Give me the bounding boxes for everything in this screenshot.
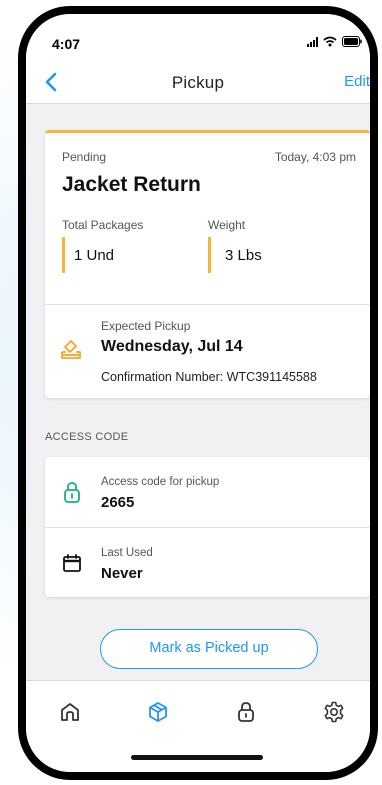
tab-packages[interactable] bbox=[146, 700, 170, 724]
signal-icon bbox=[307, 36, 318, 47]
total-packages-value: 1 Und bbox=[74, 247, 115, 264]
expected-pickup-date: Wednesday, Jul 14 bbox=[101, 338, 243, 355]
lock-icon bbox=[238, 702, 254, 722]
access-code-label: Access code for pickup bbox=[101, 476, 220, 488]
weight-value: 3 Lbs bbox=[225, 247, 262, 264]
access-code-value: 2665 bbox=[101, 494, 135, 511]
pickup-time: Today, 4:03 pm bbox=[274, 150, 356, 164]
last-used-value: Never bbox=[101, 565, 143, 582]
lock-icon bbox=[61, 481, 83, 503]
card-divider bbox=[45, 304, 370, 305]
package-icon bbox=[149, 702, 167, 722]
status-time: 4:07 bbox=[52, 36, 81, 52]
edit-button[interactable]: Edit bbox=[344, 73, 370, 90]
tab-bar bbox=[26, 680, 370, 772]
weight-label: Weight bbox=[208, 218, 246, 232]
access-code-section-header: ACCESS CODE bbox=[45, 431, 129, 443]
weight-bar bbox=[208, 237, 211, 273]
tab-access[interactable] bbox=[234, 700, 258, 724]
status-bar: 4:07 bbox=[26, 14, 370, 60]
access-code-card: Access code for pickup 2665 Last Used Ne… bbox=[45, 457, 370, 597]
home-icon bbox=[61, 703, 79, 721]
pickup-box-icon bbox=[60, 338, 82, 360]
mark-as-picked-up-button[interactable]: Mark as Picked up bbox=[100, 629, 318, 669]
status-icons bbox=[307, 36, 362, 47]
status-label: Pending bbox=[62, 150, 107, 164]
confirmation-number: Confirmation Number: WTC391145588 bbox=[101, 370, 317, 384]
navigation-bar: Pickup Edit bbox=[26, 60, 370, 104]
tab-home[interactable] bbox=[58, 700, 82, 724]
total-packages-bar bbox=[62, 237, 65, 273]
wifi-icon bbox=[323, 36, 337, 47]
pickup-card: Pending Today, 4:03 pm Jacket Return Tot… bbox=[45, 130, 370, 398]
access-code-row: Access code for pickup 2665 bbox=[45, 457, 370, 527]
page-title: Pickup bbox=[171, 73, 225, 92]
battery-icon bbox=[342, 36, 362, 47]
calendar-icon bbox=[61, 552, 83, 574]
home-indicator[interactable] bbox=[131, 755, 263, 760]
phone-frame: 4:07 Pickup Edit Pending Today, 4:03 pm … bbox=[18, 6, 378, 780]
gear-icon bbox=[324, 701, 344, 723]
last-used-row: Last Used Never bbox=[45, 527, 370, 597]
last-used-label: Last Used bbox=[101, 547, 153, 559]
expected-pickup-label: Expected Pickup bbox=[101, 319, 191, 333]
total-packages-label: Total Packages bbox=[62, 218, 144, 232]
pickup-title: Jacket Return bbox=[62, 173, 201, 196]
tab-settings[interactable] bbox=[322, 700, 346, 724]
